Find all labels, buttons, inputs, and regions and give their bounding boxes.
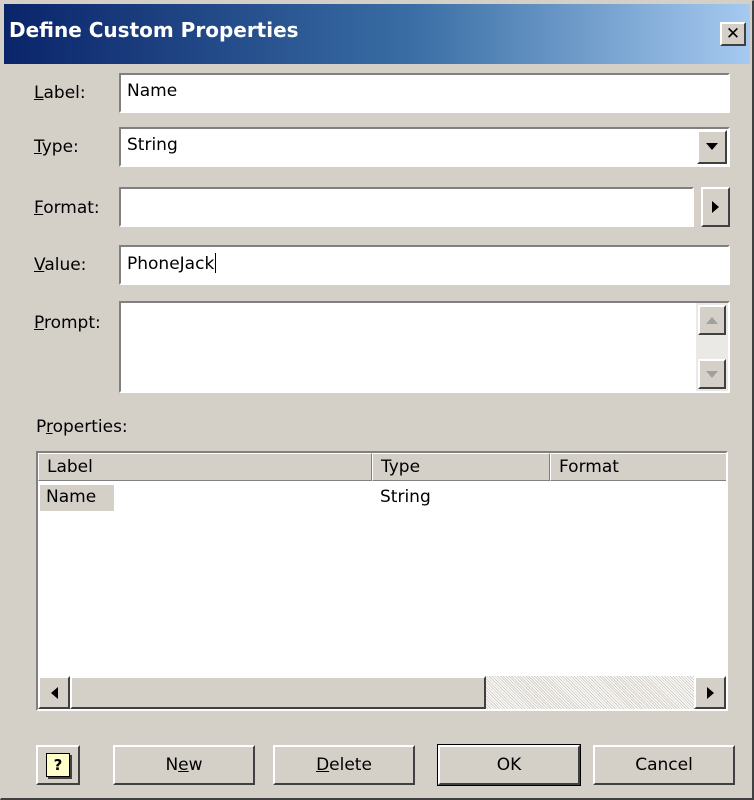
properties-label: Properties: — [36, 417, 128, 437]
scroll-right-button[interactable] — [694, 676, 726, 709]
cancel-button-label: Cancel — [635, 755, 693, 775]
ok-button[interactable]: OK — [437, 744, 581, 786]
new-button-label: New — [165, 755, 203, 775]
triangle-up-icon — [706, 316, 718, 324]
close-button[interactable]: ✕ — [720, 22, 746, 46]
prompt-scrollbar[interactable] — [696, 303, 728, 391]
scroll-track[interactable] — [486, 676, 694, 709]
format-menu-button[interactable] — [701, 187, 730, 227]
row-type-cell: String — [380, 487, 431, 507]
close-icon: ✕ — [725, 23, 741, 44]
column-header-type[interactable]: Type — [372, 453, 550, 481]
row-label-cell: Name — [40, 485, 114, 511]
type-select-value: String — [127, 135, 178, 155]
prompt-field-label: Prompt: — [34, 313, 101, 333]
value-field-label: Value: — [34, 255, 87, 275]
format-field-label: Format: — [34, 198, 100, 218]
dialog: Define Custom Properties ✕ Label: Name T… — [0, 0, 754, 800]
triangle-left-icon — [50, 686, 58, 699]
label-input[interactable]: Name — [119, 73, 730, 113]
ok-button-label: OK — [496, 755, 522, 775]
table-row[interactable]: Name String — [38, 483, 726, 511]
window-title: Define Custom Properties — [9, 18, 299, 42]
format-input[interactable] — [119, 187, 694, 227]
chevron-right-icon — [711, 201, 719, 213]
label-input-value: Name — [127, 81, 178, 101]
help-icon: ? — [46, 753, 70, 777]
type-field-label: Type: — [34, 137, 79, 157]
prompt-scroll-up-button[interactable] — [698, 305, 726, 335]
scroll-left-button[interactable] — [38, 676, 70, 709]
type-dropdown-button[interactable] — [697, 130, 727, 164]
triangle-down-icon — [706, 370, 718, 378]
properties-list[interactable]: Label Type Format Name String — [36, 451, 728, 711]
scroll-thumb[interactable] — [70, 676, 486, 709]
help-button[interactable]: ? — [36, 745, 80, 785]
prompt-scroll-down-button[interactable] — [698, 359, 726, 389]
triangle-right-icon — [706, 686, 714, 699]
column-header-format[interactable]: Format — [550, 453, 726, 481]
column-header-label[interactable]: Label — [38, 453, 372, 481]
title-bar[interactable]: Define Custom Properties ✕ — [4, 4, 750, 64]
new-button[interactable]: New — [113, 745, 255, 785]
prompt-textarea[interactable] — [119, 301, 730, 393]
delete-button[interactable]: Delete — [273, 745, 415, 785]
type-select[interactable]: String — [119, 127, 730, 167]
label-field-label: Label: — [34, 83, 86, 103]
cancel-button[interactable]: Cancel — [593, 745, 735, 785]
value-input-value: PhoneJack — [127, 254, 215, 274]
text-caret — [215, 253, 217, 273]
chevron-down-icon — [706, 143, 718, 150]
value-input[interactable]: PhoneJack — [119, 245, 730, 285]
delete-button-label: Delete — [316, 755, 372, 775]
horizontal-scrollbar[interactable] — [38, 676, 726, 709]
